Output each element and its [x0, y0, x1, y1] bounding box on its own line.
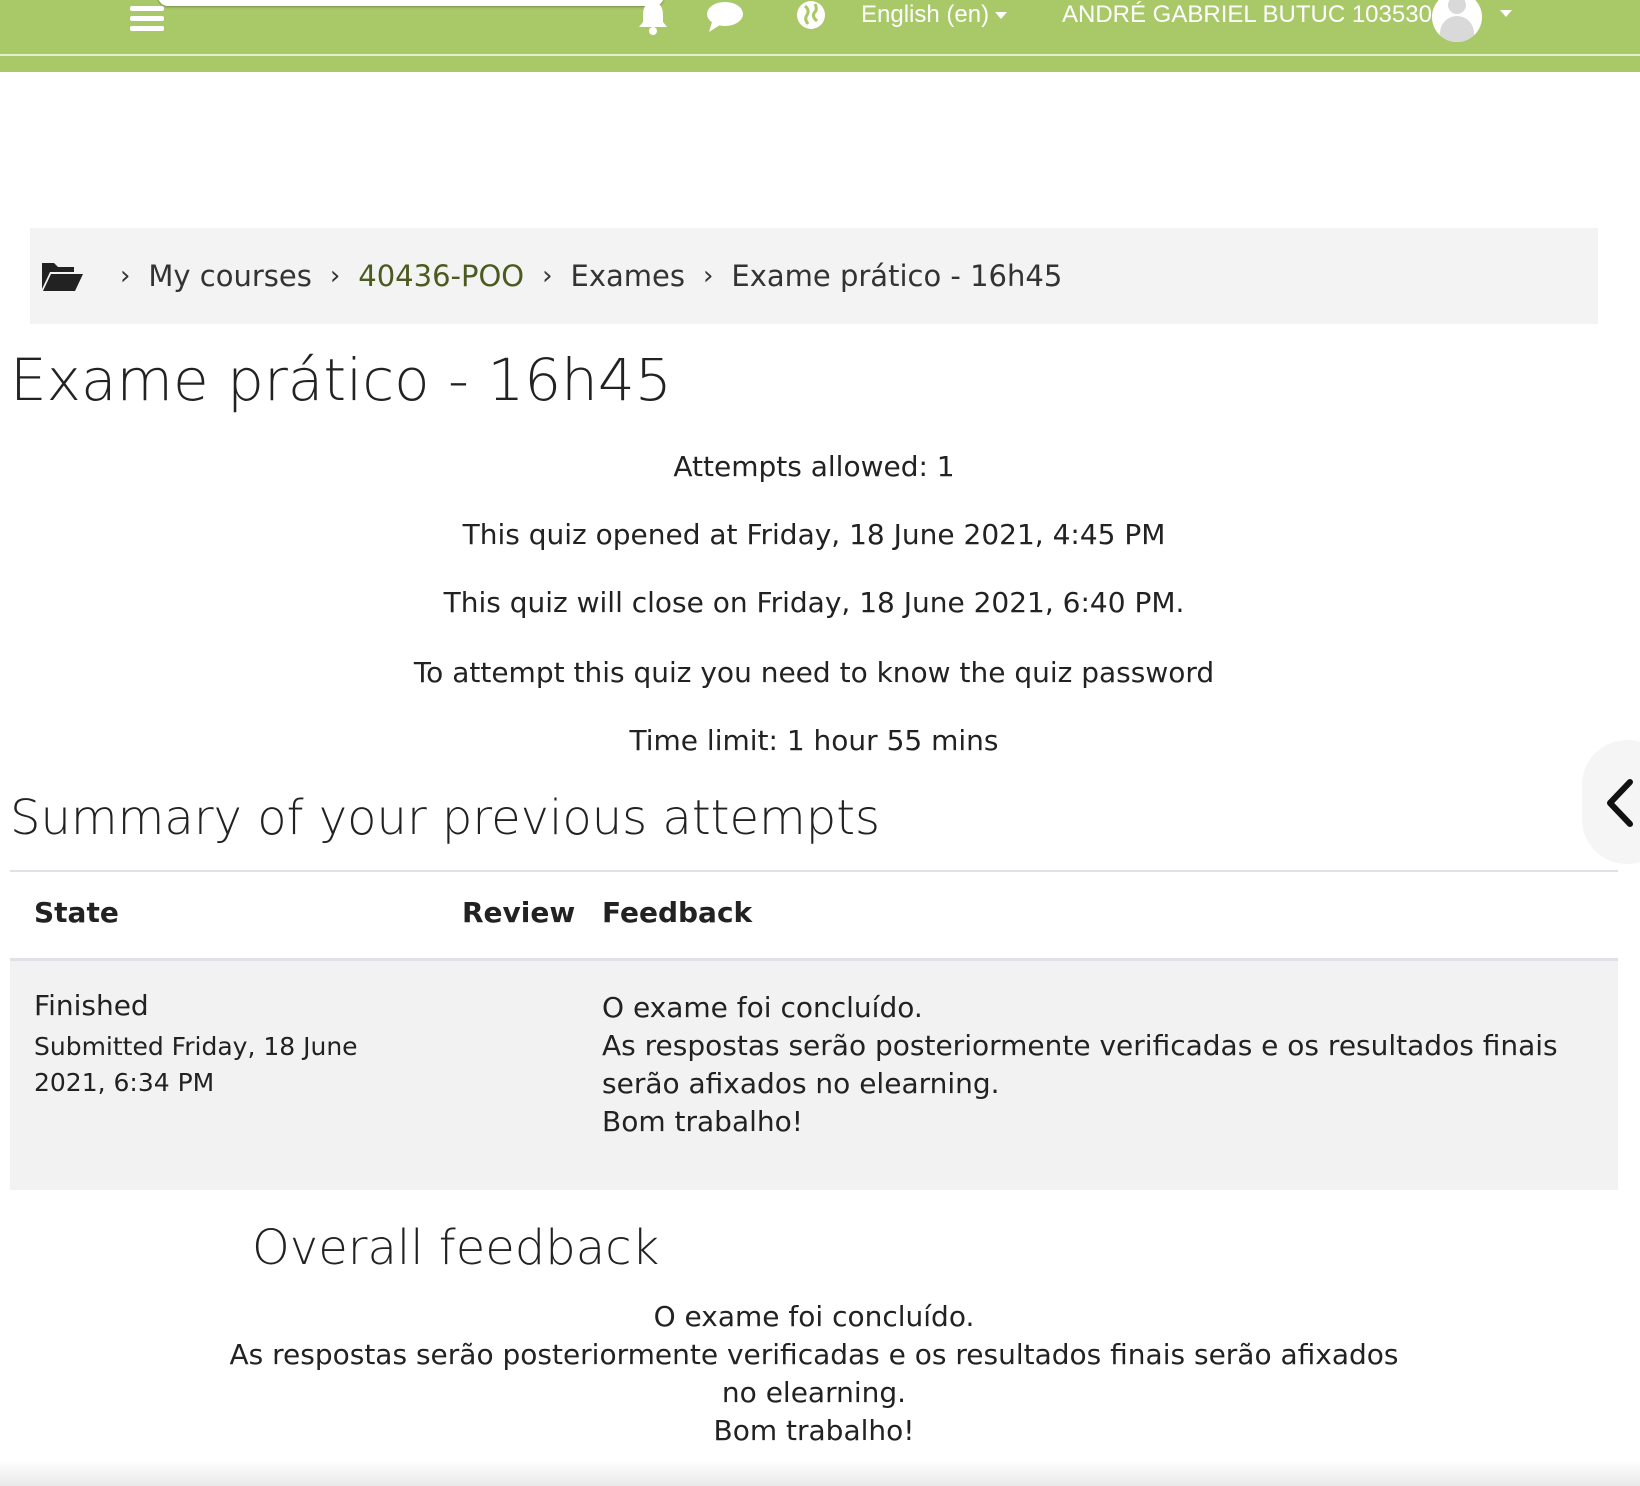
- quiz-close-date: This quiz will close on Friday, 18 June …: [443, 586, 1185, 619]
- column-header-feedback: Feedback: [602, 896, 753, 929]
- breadcrumb-my-courses[interactable]: My courses: [148, 259, 311, 293]
- breadcrumb-separator: ›: [120, 261, 131, 291]
- user-menu-chevron-icon[interactable]: [1500, 10, 1512, 17]
- hamburger-icon[interactable]: [130, 6, 164, 31]
- attempt-submitted-date: Submitted Friday, 18 June 2021, 6:34 PM: [34, 1032, 358, 1097]
- overall-feedback-line: As respostas serão posteriormente verifi…: [229, 1338, 1399, 1371]
- column-header-review: Review: [462, 896, 576, 929]
- attempt-state: Finished: [34, 989, 149, 1022]
- breadcrumb-separator: ›: [542, 261, 553, 291]
- language-menu[interactable]: English (en): [861, 0, 1008, 30]
- navbar-bottom-strip: [0, 56, 1640, 72]
- feedback-line: As respostas serão posteriormente verifi…: [602, 1029, 1558, 1062]
- search-box[interactable]: [158, 0, 664, 6]
- chat-icon[interactable]: [706, 0, 744, 34]
- breadcrumb-separator: ›: [703, 261, 714, 291]
- page-title: Exame prático - 16h45: [10, 346, 672, 414]
- overall-feedback-line: Bom trabalho!: [713, 1414, 915, 1447]
- breadcrumb-course[interactable]: 40436-POO: [358, 259, 524, 293]
- table-row: Finished Submitted Friday, 18 June 2021,…: [10, 961, 1618, 1190]
- drawer-toggle[interactable]: [1582, 740, 1640, 864]
- breadcrumb-exames[interactable]: Exames: [571, 259, 685, 293]
- globe-icon[interactable]: [796, 0, 826, 30]
- quiz-open-date: This quiz opened at Friday, 18 June 2021…: [462, 518, 1166, 551]
- user-avatar-icon[interactable]: [1432, 0, 1482, 42]
- overall-feedback-line: no elearning.: [721, 1376, 907, 1409]
- feedback-line: O exame foi concluído.: [602, 991, 923, 1024]
- bottom-shadow: [0, 1460, 1640, 1486]
- feedback-line: Bom trabalho!: [602, 1105, 803, 1138]
- column-header-state: State: [34, 896, 119, 929]
- breadcrumb: › My courses › 40436-POO › Exames › Exam…: [30, 228, 1598, 324]
- attempts-allowed: Attempts allowed: 1: [673, 450, 955, 483]
- breadcrumb-separator: ›: [329, 261, 341, 291]
- language-label: English (en): [861, 1, 990, 28]
- chevron-left-icon: [1607, 779, 1633, 827]
- breadcrumb-current-quiz: Exame prático - 16h45: [731, 259, 1063, 293]
- overall-feedback-title: Overall feedback: [252, 1220, 660, 1276]
- overall-feedback-text: O exame foi concluído. As respostas serã…: [0, 1298, 1628, 1450]
- user-name[interactable]: ANDRÉ GABRIEL BUTUC 103530: [1062, 0, 1432, 30]
- attempt-feedback: O exame foi concluído. As respostas serã…: [602, 989, 1602, 1141]
- bell-icon[interactable]: [636, 0, 670, 36]
- chevron-down-icon: [995, 12, 1008, 20]
- top-navbar: English (en) ANDRÉ GABRIEL BUTUC 103530: [0, 0, 1640, 54]
- password-notice: To attempt this quiz you need to know th…: [413, 656, 1215, 689]
- feedback-line: serão afixados no elearning.: [602, 1067, 1000, 1100]
- table-header-row: State Review Feedback: [10, 870, 1618, 961]
- summary-title: Summary of your previous attempts: [10, 790, 881, 846]
- attempts-table: State Review Feedback Finished Submitted…: [10, 870, 1618, 1190]
- time-limit: Time limit: 1 hour 55 mins: [629, 724, 999, 757]
- folder-open-icon[interactable]: [40, 259, 84, 293]
- overall-feedback-line: O exame foi concluído.: [653, 1300, 975, 1333]
